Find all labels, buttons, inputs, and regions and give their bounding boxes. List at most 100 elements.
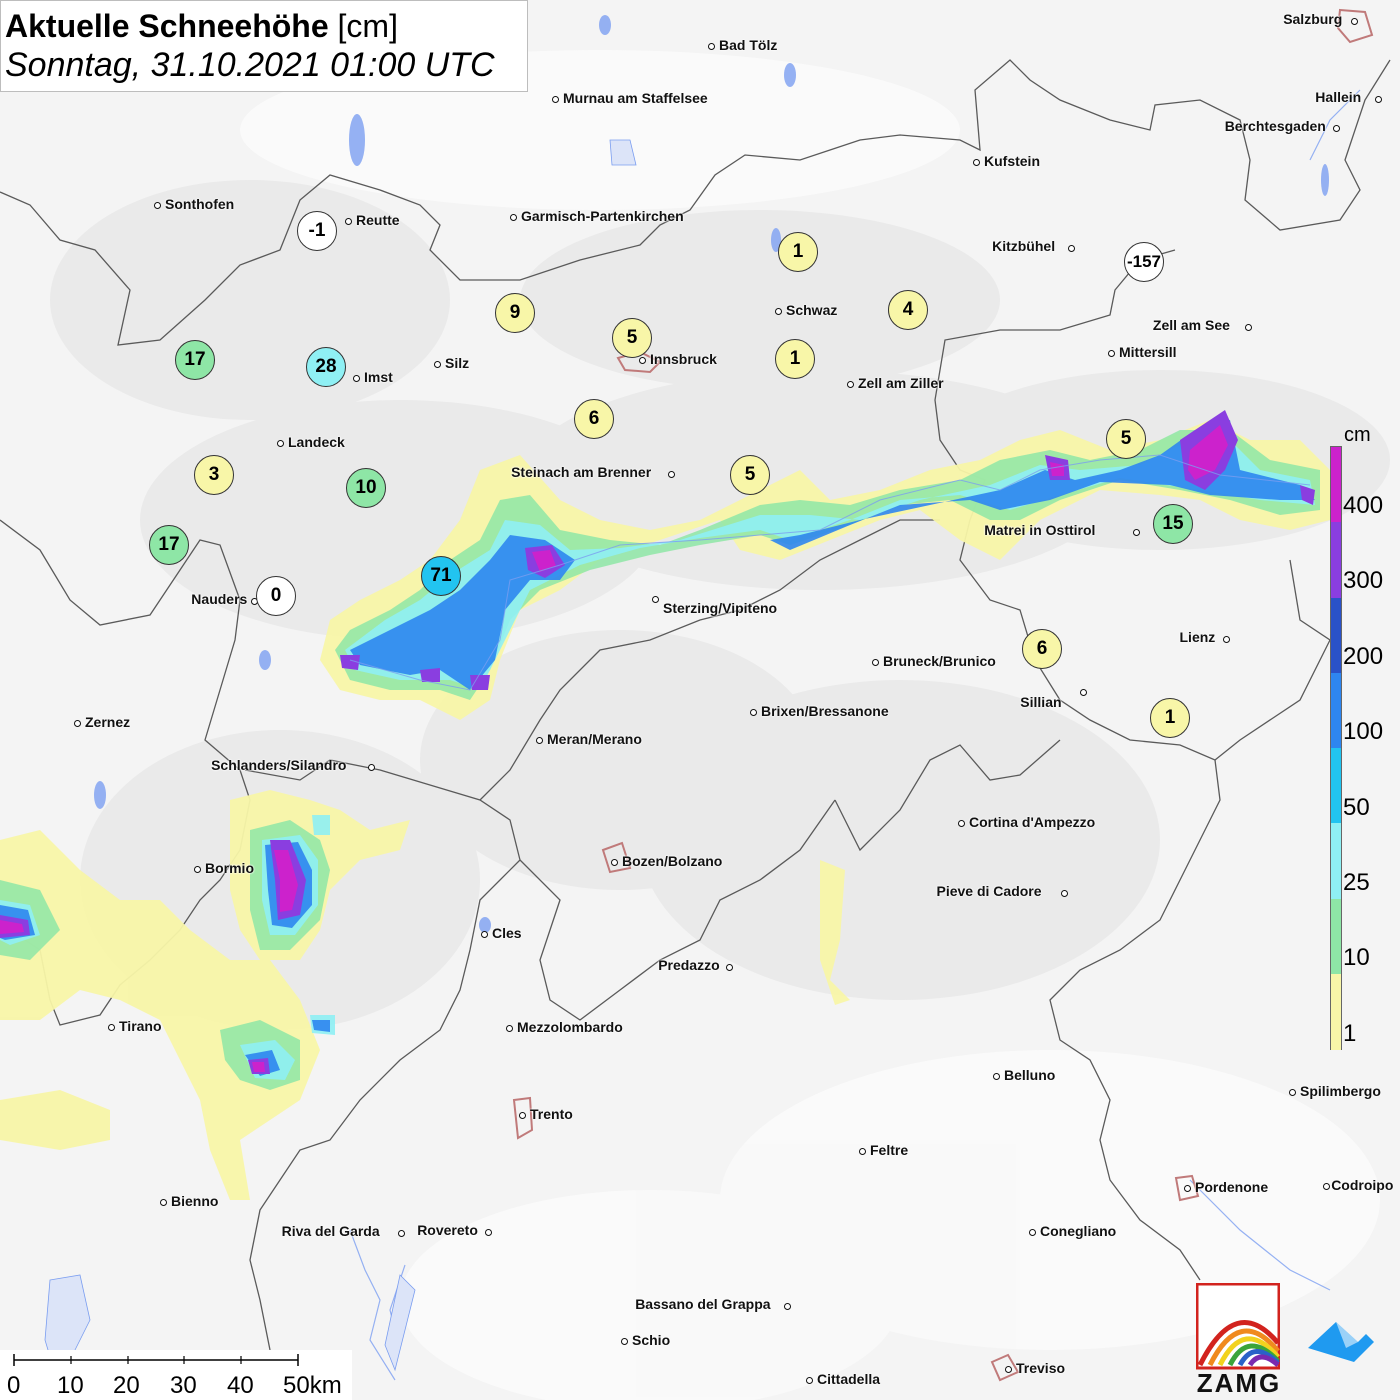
legend-tick-label: 10: [1343, 944, 1370, 972]
city-marker[interactable]: [480, 930, 488, 938]
city-marker[interactable]: [749, 708, 757, 716]
city-marker[interactable]: [433, 360, 441, 368]
city-marker[interactable]: [1374, 95, 1382, 103]
city-marker[interactable]: [638, 356, 646, 364]
city-label: Meran/Merano: [547, 731, 642, 747]
city-label: Bad Tölz: [719, 37, 778, 53]
station-value-bubble[interactable]: 3: [194, 455, 234, 495]
city-marker[interactable]: [651, 595, 659, 603]
city-marker[interactable]: [1332, 124, 1340, 132]
city-marker[interactable]: [725, 963, 733, 971]
city-marker[interactable]: [367, 763, 375, 771]
city-label: Feltre: [870, 1142, 909, 1158]
scale-label: 50km: [283, 1372, 342, 1399]
city-marker[interactable]: [1288, 1088, 1296, 1096]
city-marker[interactable]: [107, 1023, 115, 1031]
station-value-bubble[interactable]: 17: [175, 340, 215, 380]
city-marker[interactable]: [1060, 889, 1068, 897]
city-marker[interactable]: [1183, 1184, 1191, 1192]
city-marker[interactable]: [484, 1228, 492, 1236]
station-value-bubble[interactable]: 28: [306, 347, 346, 387]
city-marker[interactable]: [1244, 323, 1252, 331]
map-title-unit: [cm]: [337, 8, 398, 44]
city-marker[interactable]: [509, 213, 517, 221]
city-marker[interactable]: [397, 1229, 405, 1237]
station-value-bubble[interactable]: 10: [346, 468, 386, 508]
city-marker[interactable]: [774, 307, 782, 315]
city-marker[interactable]: [344, 217, 352, 225]
station-value-bubble[interactable]: -157: [1124, 242, 1164, 282]
city-marker[interactable]: [610, 858, 618, 866]
snow-depth-map[interactable]: Aktuelle Schneehöhe [cm] Sonntag, 31.10.…: [0, 0, 1400, 1400]
city-marker[interactable]: [846, 380, 854, 388]
city-marker[interactable]: [1132, 528, 1140, 536]
station-value-bubble[interactable]: 5: [730, 455, 770, 495]
city-marker[interactable]: [1350, 17, 1358, 25]
city-marker[interactable]: [159, 1198, 167, 1206]
city-label: Cortina d'Ampezzo: [969, 814, 1096, 830]
city-label: Nauders: [191, 591, 248, 607]
city-marker[interactable]: [1067, 244, 1075, 252]
city-label: Cittadella: [817, 1371, 881, 1387]
city-marker[interactable]: [620, 1337, 628, 1345]
city-marker[interactable]: [518, 1111, 526, 1119]
station-value-bubble[interactable]: -1: [297, 211, 337, 251]
city-label: Bruneck/Brunico: [883, 653, 996, 669]
station-value-bubble[interactable]: 17: [149, 525, 189, 565]
city-marker[interactable]: [858, 1147, 866, 1155]
city-marker[interactable]: [535, 736, 543, 744]
station-value-bubble[interactable]: 71: [421, 556, 461, 596]
weather-app-icon: [1308, 1322, 1374, 1362]
station-value-bubble[interactable]: 6: [574, 399, 614, 439]
city-marker[interactable]: [352, 374, 360, 382]
city-marker[interactable]: [871, 658, 879, 666]
scale-label: 20: [113, 1372, 140, 1399]
city-marker[interactable]: [805, 1376, 813, 1384]
legend-color-band: [1331, 522, 1341, 598]
station-value-bubble[interactable]: 1: [775, 339, 815, 379]
city-marker[interactable]: [153, 201, 161, 209]
city-marker[interactable]: [957, 819, 965, 827]
city-marker[interactable]: [1222, 635, 1230, 643]
station-value-bubble[interactable]: 9: [495, 293, 535, 333]
scale-label: 30: [170, 1372, 197, 1399]
city-marker[interactable]: [193, 865, 201, 873]
city-marker[interactable]: [1107, 349, 1115, 357]
map-title: Aktuelle Schneehöhe [cm]: [5, 7, 527, 45]
station-value-bubble[interactable]: 5: [612, 318, 652, 358]
station-value-bubble[interactable]: 4: [888, 290, 928, 330]
city-marker[interactable]: [1079, 688, 1087, 696]
station-value-bubble[interactable]: 0: [256, 576, 296, 616]
city-label: Trento: [530, 1106, 573, 1122]
city-marker[interactable]: [667, 470, 675, 478]
city-marker[interactable]: [707, 42, 715, 50]
station-value-bubble[interactable]: 1: [778, 232, 818, 272]
city-label: Predazzo: [658, 957, 720, 973]
city-marker[interactable]: [1028, 1228, 1036, 1236]
city-marker[interactable]: [783, 1302, 791, 1310]
city-marker[interactable]: [551, 95, 559, 103]
station-value-bubble[interactable]: 1: [1150, 698, 1190, 738]
station-value-bubble[interactable]: 6: [1022, 629, 1062, 669]
city-label: Pieve di Cadore: [936, 883, 1042, 899]
city-label: Bozen/Bolzano: [622, 853, 723, 869]
legend-color-band: [1331, 898, 1341, 975]
city-label: Mittersill: [1119, 344, 1177, 360]
scale-label: 40: [227, 1372, 254, 1399]
station-value-bubble[interactable]: 15: [1153, 504, 1193, 544]
city-label: Lienz: [1179, 629, 1216, 645]
legend-color-band: [1331, 447, 1341, 523]
city-marker[interactable]: [972, 158, 980, 166]
city-label: Schwaz: [786, 302, 838, 318]
city-marker[interactable]: [73, 719, 81, 727]
city-marker[interactable]: [1322, 1182, 1330, 1190]
city-marker[interactable]: [1004, 1365, 1012, 1373]
city-marker[interactable]: [992, 1072, 1000, 1080]
city-label: Garmisch-Partenkirchen: [521, 208, 684, 224]
city-marker[interactable]: [505, 1024, 513, 1032]
city-label: Zernez: [85, 714, 131, 730]
scale-label: 10: [57, 1372, 84, 1399]
station-value-bubble[interactable]: 5: [1106, 419, 1146, 459]
legend-tick-label: 50: [1343, 793, 1370, 821]
city-marker[interactable]: [276, 439, 284, 447]
